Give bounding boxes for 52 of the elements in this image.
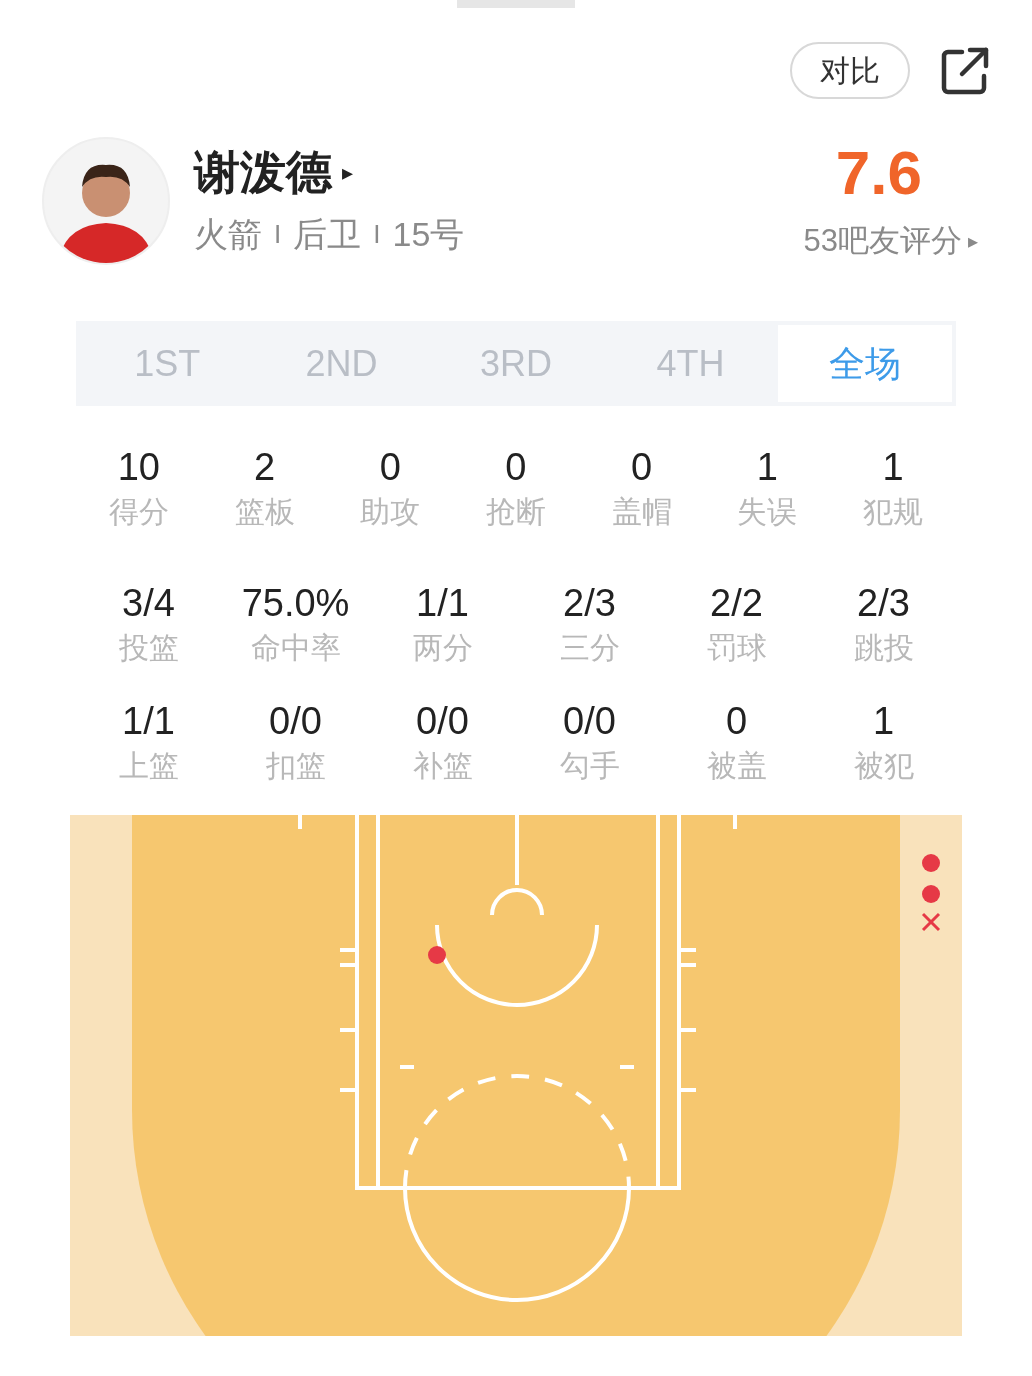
stat-label: 失误 <box>737 494 798 530</box>
stat-value: 0/0 <box>563 699 616 744</box>
stat-value: 1 <box>756 445 778 490</box>
separator: I <box>274 218 282 251</box>
stat-label: 得分 <box>108 494 169 530</box>
stat-label: 两分 <box>412 630 473 666</box>
stat-label: 三分 <box>559 630 620 666</box>
drag-handle[interactable] <box>457 0 575 8</box>
stat-value: 0/0 <box>269 699 322 744</box>
stat-value: 2/2 <box>710 581 763 626</box>
stat-label: 扣篮 <box>265 748 326 784</box>
stat-value: 0 <box>725 699 748 744</box>
stat-value: 10 <box>117 445 160 490</box>
stat-label: 篮板 <box>234 494 295 530</box>
player-name[interactable]: 谢泼德 <box>194 144 332 200</box>
separator: I <box>373 218 381 251</box>
stat-value: 1 <box>872 699 895 744</box>
stat-value: 2/3 <box>563 581 616 626</box>
player-rating: 7.6 <box>835 137 922 208</box>
stat-label: 被犯 <box>853 748 914 784</box>
stat-value: 2/3 <box>857 581 910 626</box>
stat-value: 0 <box>379 445 401 490</box>
stat-label: 被盖 <box>706 748 767 784</box>
stat-label: 助攻 <box>360 494 421 530</box>
stat-label: 盖帽 <box>611 494 672 530</box>
stat-value: 0 <box>631 445 653 490</box>
team-name: 火箭 <box>194 214 262 255</box>
stat-value: 3/4 <box>122 581 175 626</box>
stat-label: 补篮 <box>412 748 473 784</box>
stat-value: 1/1 <box>122 699 175 744</box>
stat-label: 勾手 <box>559 748 620 784</box>
stat-label: 命中率 <box>250 630 341 666</box>
stat-value: 1/1 <box>416 581 469 626</box>
stat-label: 跳投 <box>853 630 914 666</box>
stat-value: 75.0% <box>241 581 350 626</box>
stat-label: 上篮 <box>118 748 179 784</box>
stat-value: 2 <box>253 445 276 490</box>
rating-count[interactable]: 53吧友评分 <box>803 217 962 265</box>
share-icon[interactable] <box>940 45 990 96</box>
rating-arrow[interactable]: ▸ <box>968 226 978 256</box>
period-tab[interactable]: 全场 <box>777 325 953 402</box>
stat-label: 犯规 <box>862 494 923 530</box>
jersey-number: 15号 <box>392 214 465 255</box>
player-position: 后卫 <box>293 214 362 255</box>
stat-label: 投篮 <box>118 630 179 666</box>
stat-value: 0 <box>505 445 527 490</box>
stat-value: 0/0 <box>416 699 469 744</box>
compare-button[interactable]: 对比 <box>790 42 910 99</box>
stat-label: 抢断 <box>485 494 546 530</box>
stat-label: 罚球 <box>706 630 767 666</box>
stat-value: 1 <box>882 445 904 490</box>
name-arrow[interactable]: ▸ <box>342 155 353 189</box>
